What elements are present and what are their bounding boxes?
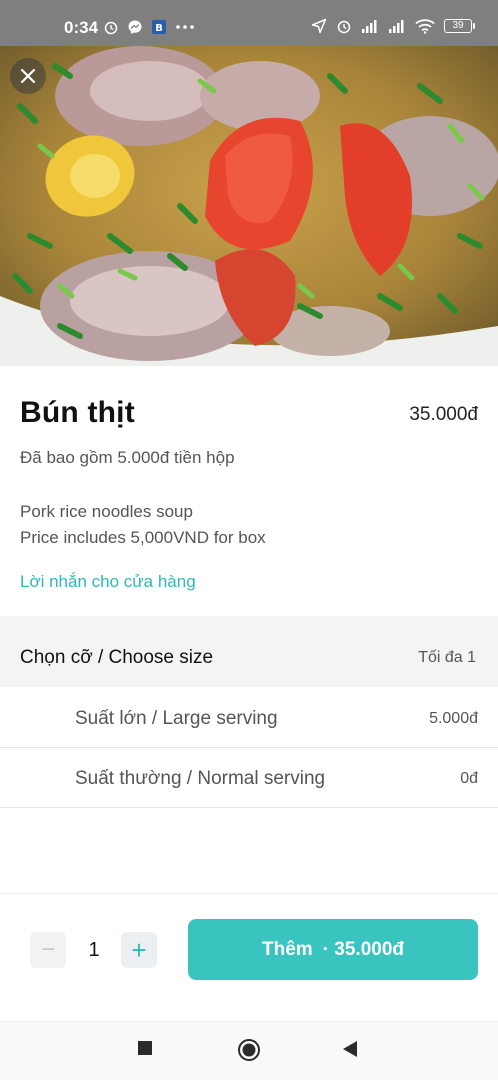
product-description: Pork rice noodles soup Price includes 5,… [20,499,266,551]
status-time: 0:34 [64,18,99,37]
wifi-icon [415,19,435,34]
add-button-label: Thêm [261,938,313,960]
pork-rice-noodle-soup-photo [0,46,498,366]
description-line: Pork rice noodles soup [20,502,193,521]
product-image [0,46,498,366]
home-icon[interactable] [237,1038,261,1062]
status-bar: 0:34 B 39 [0,0,498,46]
signal-icon [362,20,377,33]
box-fee-note: Đã bao gồm 5.000đ tiền hộp [20,448,235,467]
svg-text:B: B [155,23,163,34]
battery-icon: 39 [444,19,475,33]
option-price: 0đ [460,770,478,787]
recents-icon[interactable] [137,1040,153,1056]
add-button-separator: · [322,938,329,960]
quantity-value: 1 [88,939,100,961]
option-label: Suất thường / Normal serving [75,768,326,789]
message-to-store-link[interactable]: Lời nhắn cho cửa hàng [20,572,196,592]
alarm-icon [104,21,118,35]
notification-icons: B [103,19,195,35]
more-icon [176,25,194,29]
description-line: Price includes 5,000VND for box [20,528,266,547]
messenger-icon [128,20,142,34]
product-price: 35.000đ [409,404,478,425]
system-icons: 39 [311,18,475,34]
size-section-header: Chọn cỡ / Choose size Tối đa 1 [0,616,498,687]
add-button-price: 35.000đ [334,938,405,960]
size-option-large[interactable]: Suất lớn / Large serving 5.000đ [0,688,498,748]
product-name: Bún thịt [20,396,135,429]
decrease-quantity-button[interactable]: − [30,932,66,968]
size-section-title: Chọn cỡ / Choose size [20,647,214,668]
size-option-normal[interactable]: Suất thường / Normal serving 0đ [0,748,498,808]
add-to-cart-button[interactable]: Thêm · 35.000đ [188,919,478,980]
system-navigation-bar [0,1021,498,1080]
close-icon [20,68,36,84]
location-icon [311,18,327,34]
alarm-icon [337,20,351,34]
close-button[interactable] [10,58,46,94]
order-footer: − 1 + Thêm · 35.000đ [0,893,498,1021]
signal-icon [389,20,404,33]
increase-quantity-button[interactable]: + [121,932,157,968]
option-label: Suất lớn / Large serving [75,708,278,729]
app-icon: B [152,20,166,34]
size-max-selection: Tối đa 1 [418,649,476,666]
option-price: 5.000đ [429,710,478,727]
back-icon[interactable] [342,1040,358,1058]
